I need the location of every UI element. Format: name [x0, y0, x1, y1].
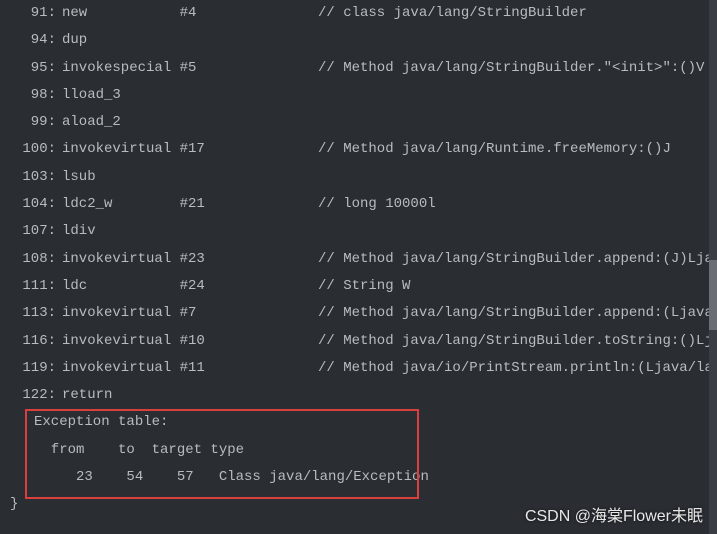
addr: 99:	[8, 109, 56, 136]
addr: 119:	[8, 355, 56, 382]
addr: 108:	[8, 246, 56, 273]
addr: 91:	[8, 0, 56, 27]
opcode: ldc #24	[62, 273, 205, 300]
opcode: aload_2	[62, 109, 121, 136]
code-line: 95:invokespecial #5 // Method java/lang/S…	[8, 55, 717, 82]
addr: 94:	[8, 27, 56, 54]
comment: // String W	[318, 273, 410, 300]
code-line: 98:lload_3	[8, 82, 717, 109]
addr: 103:	[8, 164, 56, 191]
code-line: 104:ldc2_w #21 // long 10000l	[8, 191, 717, 218]
opcode: ldc2_w #21	[62, 191, 205, 218]
opcode: invokespecial #5	[62, 55, 196, 82]
addr: 107:	[8, 218, 56, 245]
code-line: 119:invokevirtual #11 // Method java/io/P…	[8, 355, 717, 382]
code-line: 116:invokevirtual #10 // Method java/lang…	[8, 328, 717, 355]
opcode: invokevirtual #10	[62, 328, 205, 355]
opcode: invokevirtual #23	[62, 246, 205, 273]
addr: 98:	[8, 82, 56, 109]
code-line: 113:invokevirtual #7 // Method java/lang/…	[8, 300, 717, 327]
bytecode-listing: 91:new #4 // class java/lang/StringBuilde…	[0, 0, 717, 519]
opcode: invokevirtual #7	[62, 300, 196, 327]
comment: // Method java/lang/StringBuilder.append…	[318, 246, 717, 273]
comment: // long 10000l	[318, 191, 436, 218]
addr: 100:	[8, 136, 56, 163]
comment: // Method java/lang/Runtime.freeMemory:(…	[318, 136, 671, 163]
comment: // Method java/io/PrintStream.println:(L…	[318, 355, 717, 382]
code-line: 108:invokevirtual #23 // Method java/lang…	[8, 246, 717, 273]
scrollbar-thumb[interactable]	[709, 260, 717, 330]
opcode: new #4	[62, 0, 196, 27]
code-line: 99:aload_2	[8, 109, 717, 136]
addr: 104:	[8, 191, 56, 218]
opcode: return	[62, 382, 112, 409]
addr: 95:	[8, 55, 56, 82]
code-line: 94:dup	[8, 27, 717, 54]
addr: 113:	[8, 300, 56, 327]
comment: // class java/lang/StringBuilder	[318, 0, 587, 27]
code-line: 107:ldiv	[8, 218, 717, 245]
comment: // Method java/lang/StringBuilder."<init…	[318, 55, 704, 82]
addr: 122:	[8, 382, 56, 409]
exception-table-row: 23 54 57 Class java/lang/Exception	[34, 464, 717, 491]
comment: // Method java/lang/StringBuilder.toStri…	[318, 328, 717, 355]
addr: 111:	[8, 273, 56, 300]
opcode: dup	[62, 27, 87, 54]
opcode: lload_3	[62, 82, 121, 109]
exception-table-header: Exception table:	[34, 409, 717, 436]
code-line: 91:new #4 // class java/lang/StringBuilde…	[8, 0, 717, 27]
close-brace: }	[10, 491, 717, 518]
comment: // Method java/lang/StringBuilder.append…	[318, 300, 717, 327]
code-line: 103:lsub	[8, 164, 717, 191]
addr: 116:	[8, 328, 56, 355]
code-line: 122:return	[8, 382, 717, 409]
code-line: 111:ldc #24 // String W	[8, 273, 717, 300]
opcode: invokevirtual #11	[62, 355, 205, 382]
exception-table: Exception table: from to target type 23 …	[34, 409, 717, 491]
opcode: ldiv	[62, 218, 96, 245]
opcode: invokevirtual #17	[62, 136, 205, 163]
exception-table-columns: from to target type	[34, 437, 717, 464]
code-line: 100:invokevirtual #17 // Method java/lang…	[8, 136, 717, 163]
opcode: lsub	[62, 164, 96, 191]
